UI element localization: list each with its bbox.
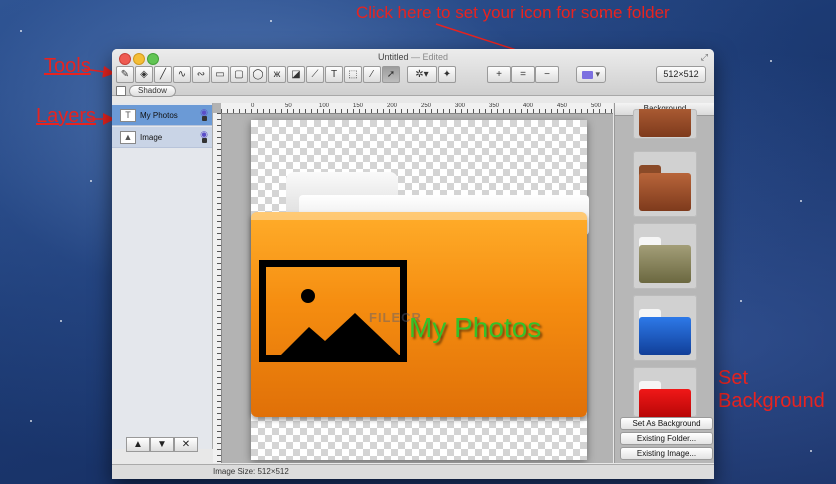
paint-bucket-icon[interactable]: ◈ <box>135 66 153 83</box>
tools-toolbar: ✎ ◈ ╱ ∿ ∾ ▭ ▢ ◯ ж ◪ ⟋ T ⬚ ⁄ ➚ ✲▾ ✦ + = − <box>116 66 559 83</box>
ruler-label: 500 <box>591 103 602 109</box>
document-name: Untitled <box>377 52 409 62</box>
image-size-status: Image Size: 512×512 <box>213 467 289 476</box>
arrow-pointer-icon[interactable]: ➚ <box>382 66 400 83</box>
ruler-label: 200 <box>387 103 398 109</box>
size-select[interactable]: 512×512 <box>656 66 706 83</box>
layers-panel: T My Photos ◉ ▲ Image ◉ ▲ ▼ ✕ <box>112 103 213 452</box>
canvas-area: 0 50 100 150 200 250 300 350 400 450 500 <box>213 103 613 463</box>
selection-icon[interactable]: ⬚ <box>344 66 362 83</box>
layer-name: Image <box>140 133 163 142</box>
ruler-label: 100 <box>319 103 330 109</box>
background-thumb-wood-partial[interactable] <box>633 109 697 139</box>
layer-text-my-photos[interactable]: My Photos <box>409 312 541 344</box>
pencil-icon[interactable]: ✎ <box>116 66 134 83</box>
eyedropper-icon[interactable]: ⁄ <box>363 66 381 83</box>
mountain-shape <box>281 313 399 355</box>
annotation-background-line: Background <box>718 390 825 412</box>
ruler-label: 250 <box>421 103 432 109</box>
ellipse-icon[interactable]: ◯ <box>249 66 267 83</box>
image-star-icon[interactable]: ✦ <box>438 66 456 83</box>
set-as-background-button[interactable]: Set As Background <box>620 417 713 430</box>
ruler-label: 50 <box>285 103 292 109</box>
layer-row-my-photos[interactable]: T My Photos ◉ <box>112 105 212 126</box>
ruler-label: 400 <box>523 103 534 109</box>
delete-layer-button[interactable]: ✕ <box>174 437 198 452</box>
annotation-set-line: Set <box>718 367 749 389</box>
fullscreen-icon[interactable]: ⤢ <box>701 52 708 63</box>
lock-icon[interactable] <box>202 116 207 121</box>
image-layer-icon: ▲ <box>120 131 136 144</box>
move-layer-down-button[interactable]: ▼ <box>150 437 174 452</box>
existing-folder-button[interactable]: Existing Folder... <box>620 432 713 445</box>
titlebar: Untitled — Edited ⤢ ✎ ◈ ╱ ∿ ∾ ▭ ▢ ◯ ж ◪ … <box>112 49 714 97</box>
edited-indicator: — Edited <box>411 52 449 62</box>
app-window: Untitled — Edited ⤢ ✎ ◈ ╱ ∿ ∾ ▭ ▢ ◯ ж ◪ … <box>112 49 714 479</box>
background-thumb-wood[interactable] <box>633 151 697 217</box>
butterfly-icon[interactable]: ж <box>268 66 286 83</box>
folder-target-icon <box>581 70 593 79</box>
set-folder-icon-button[interactable]: ▾ <box>576 66 606 83</box>
curve-icon[interactable]: ∾ <box>192 66 210 83</box>
ruler-label: 150 <box>353 103 364 109</box>
status-bar: Image Size: 512×512 <box>112 464 714 479</box>
line-icon[interactable]: ╱ <box>154 66 172 83</box>
vertical-ruler <box>213 113 222 463</box>
background-panel: Background Set As Background Existing Fo… <box>614 103 714 463</box>
brush-icon[interactable]: ⟋ <box>306 66 324 83</box>
ruler-label: 0 <box>251 103 255 109</box>
zoom-in-button[interactable]: + <box>487 66 511 83</box>
ruler-label: 350 <box>489 103 500 109</box>
move-layer-up-button[interactable]: ▲ <box>126 437 150 452</box>
icon-canvas[interactable]: FILECR My Photos <box>251 120 589 460</box>
annotation-tools: Tools <box>44 55 91 77</box>
background-thumb-khaki[interactable] <box>633 223 697 289</box>
ruler-label: 300 <box>455 103 466 109</box>
window-title: Untitled — Edited <box>112 52 714 62</box>
shadow-row: Shadow <box>116 85 176 97</box>
zoom-fit-button[interactable]: = <box>511 66 535 83</box>
rectangle-icon[interactable]: ▭ <box>211 66 229 83</box>
annotation-icon-hint: Click here to set your icon for some fol… <box>356 3 670 22</box>
zoom-out-button[interactable]: − <box>535 66 559 83</box>
rounded-rect-icon[interactable]: ▢ <box>230 66 248 83</box>
eraser-icon[interactable]: ◪ <box>287 66 305 83</box>
layer-controls: ▲ ▼ ✕ <box>126 437 198 452</box>
annotation-layers: Layers <box>36 105 97 127</box>
text-layer-icon: T <box>120 109 136 122</box>
text-icon[interactable]: T <box>325 66 343 83</box>
existing-image-button[interactable]: Existing Image... <box>620 447 713 460</box>
annotation-set-background: Set Background <box>718 367 836 413</box>
settings-gear-menu[interactable]: ✲▾ <box>407 66 437 83</box>
background-thumb-red[interactable] <box>633 367 697 417</box>
background-thumb-blue[interactable] <box>633 295 697 361</box>
layer-name: My Photos <box>140 111 178 120</box>
horizontal-ruler: 0 50 100 150 200 250 300 350 400 450 500 <box>221 103 613 114</box>
layer-row-image[interactable]: ▲ Image ◉ <box>112 127 212 148</box>
shadow-checkbox[interactable] <box>116 86 126 96</box>
lock-icon[interactable] <box>202 138 207 143</box>
orange-folder-icon: FILECR My Photos <box>251 212 587 417</box>
ruler-label: 450 <box>557 103 568 109</box>
zoom-segmented-control: + = − <box>487 66 559 83</box>
zigzag-icon[interactable]: ∿ <box>173 66 191 83</box>
shadow-button[interactable]: Shadow <box>129 85 176 97</box>
